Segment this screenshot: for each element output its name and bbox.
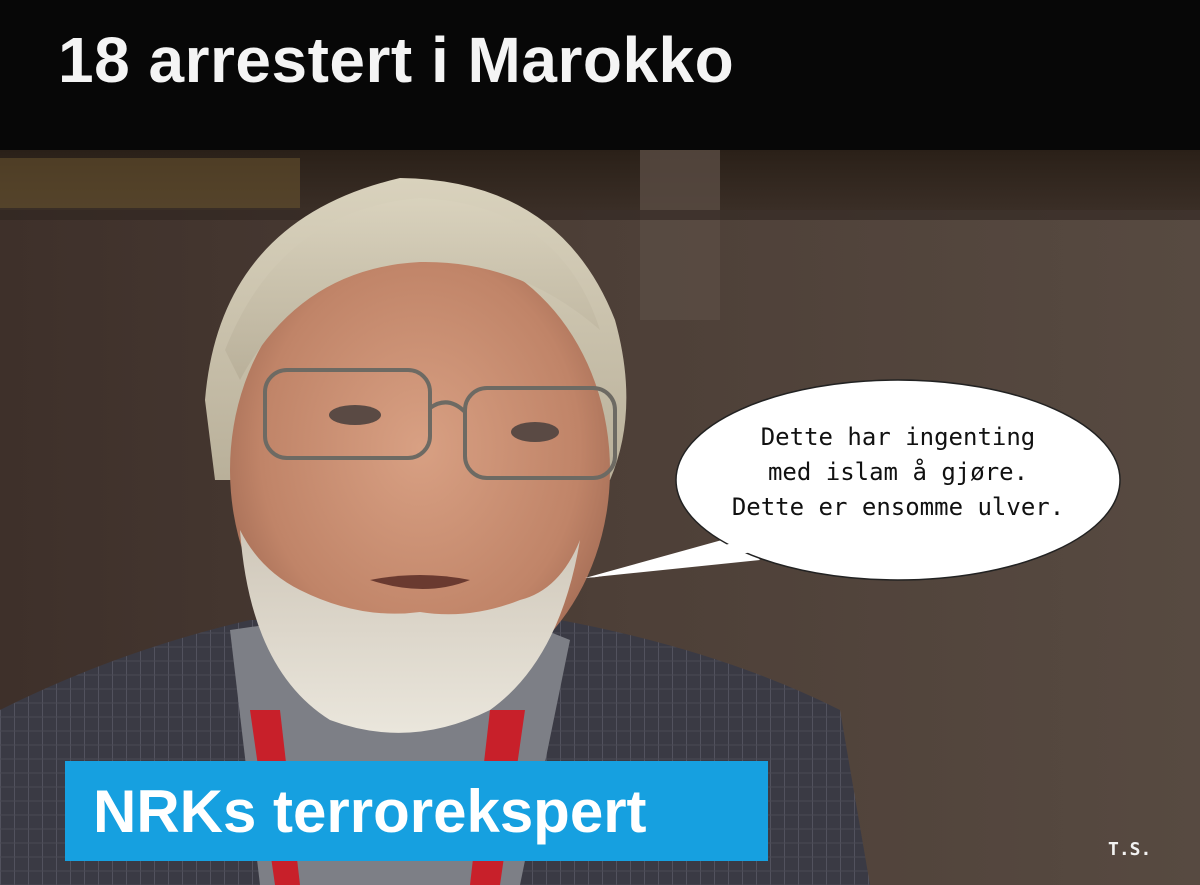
signature: T.S. [1108, 839, 1152, 860]
headline: 18 arrestert i Marokko [58, 24, 735, 96]
speech-bubble-text: Dette har ingenting med islam å gjøre. D… [688, 420, 1108, 525]
title-band: 18 arrestert i Marokko [0, 0, 1200, 150]
speech-line: Dette er ensomme ulver. [731, 493, 1065, 521]
caption-text: NRKs terrorekspert [93, 777, 647, 845]
caption-banner: NRKs terrorekspert [65, 761, 768, 861]
speech-line: Dette har ingenting [760, 423, 1036, 451]
speech-line: med islam å gjøre. [767, 458, 1029, 486]
